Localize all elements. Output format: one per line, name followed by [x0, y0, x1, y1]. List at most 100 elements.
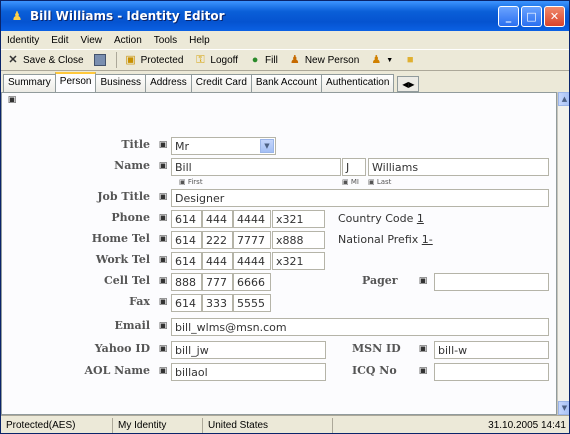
- home-tel-area-input[interactable]: 614: [171, 231, 202, 249]
- menu-tools[interactable]: Tools: [148, 35, 183, 46]
- work-tel-label: Work Tel: [95, 253, 150, 266]
- last-name-input[interactable]: Williams: [368, 158, 549, 176]
- folder-button[interactable]: ■: [398, 50, 425, 70]
- menu-action[interactable]: Action: [108, 35, 148, 46]
- status-country: United States: [203, 417, 333, 433]
- tab-authentication[interactable]: Authentication: [321, 74, 395, 92]
- menu-bar: Identity Edit View Action Tools Help: [1, 31, 569, 49]
- national-prefix-label: National Prefix 1-: [338, 233, 433, 246]
- maximize-button[interactable]: □: [521, 5, 542, 27]
- first-name-input[interactable]: Bill: [171, 158, 341, 176]
- lock-icon[interactable]: ▣: [157, 213, 169, 223]
- home-tel-prefix-input[interactable]: 222: [202, 231, 233, 249]
- middle-initial-input[interactable]: J: [342, 158, 366, 176]
- fax-prefix-input[interactable]: 333: [202, 294, 233, 312]
- scroll-up-arrow-icon[interactable]: ▲: [558, 92, 569, 106]
- title-bar[interactable]: ♟ Bill Williams - Identity Editor _ □ ✕: [1, 1, 569, 31]
- close-button[interactable]: ✕: [544, 5, 565, 27]
- protected-button[interactable]: ▣ Protected: [119, 50, 189, 70]
- yahoo-id-label: Yahoo ID: [94, 342, 150, 355]
- lock-icon[interactable]: ▣: [157, 321, 169, 331]
- tab-scroll-arrows[interactable]: ◀▶: [397, 76, 420, 92]
- person-icon: ♟: [11, 9, 23, 23]
- aol-name-label: AOL Name: [84, 364, 150, 377]
- fax-line-input[interactable]: 5555: [233, 294, 271, 312]
- save-close-label: Save & Close: [23, 54, 84, 66]
- home-tel-line-input[interactable]: 7777: [233, 231, 271, 249]
- cell-tel-area-input[interactable]: 888: [171, 273, 202, 291]
- job-title-input[interactable]: Designer: [171, 189, 549, 207]
- menu-identity[interactable]: Identity: [1, 35, 45, 46]
- close-icon: ✕: [8, 54, 18, 66]
- save-button[interactable]: [89, 50, 114, 70]
- persons-icon: ♟: [371, 54, 382, 66]
- lock-icon[interactable]: ▣: [417, 276, 429, 286]
- tab-strip: Summary Person Business Address Credit C…: [1, 72, 569, 92]
- fill-label: Fill: [265, 54, 278, 66]
- home-tel-ext-input[interactable]: x888: [272, 231, 325, 249]
- lock-icon[interactable]: ▣: [157, 192, 169, 202]
- minimize-button[interactable]: _: [498, 5, 519, 27]
- home-tel-label: Home Tel: [91, 232, 150, 245]
- phone-line-input[interactable]: 4444: [233, 210, 271, 228]
- icq-no-input[interactable]: [434, 363, 549, 381]
- work-tel-area-input[interactable]: 614: [171, 252, 202, 270]
- new-person-icon: ♟: [289, 54, 300, 66]
- yahoo-id-input[interactable]: bill_jw: [171, 341, 326, 359]
- phone-ext-input[interactable]: x321: [272, 210, 325, 228]
- status-identity: My Identity: [113, 417, 203, 433]
- lock-icon[interactable]: ▣: [157, 140, 169, 150]
- lock-icon[interactable]: ▣: [157, 366, 169, 376]
- msn-id-label: MSN ID: [352, 342, 401, 355]
- phone-area-input[interactable]: 614: [171, 210, 202, 228]
- lock-icon[interactable]: ▣: [6, 95, 18, 105]
- tab-business[interactable]: Business: [95, 74, 147, 92]
- country-code-label: Country Code 1: [338, 212, 424, 225]
- work-tel-ext-input[interactable]: x321: [272, 252, 325, 270]
- tab-summary[interactable]: Summary: [3, 74, 56, 92]
- lock-icon[interactable]: ▣: [417, 344, 429, 354]
- menu-edit[interactable]: Edit: [45, 35, 74, 46]
- title-select[interactable]: Mr ▼: [171, 137, 276, 155]
- status-bar: Protected(AES) My Identity United States…: [1, 415, 569, 433]
- tab-address[interactable]: Address: [145, 74, 192, 92]
- cell-tel-prefix-input[interactable]: 777: [202, 273, 233, 291]
- aol-name-input[interactable]: billaol: [171, 363, 326, 381]
- menu-help[interactable]: Help: [183, 35, 216, 46]
- lock-icon[interactable]: ▣: [157, 234, 169, 244]
- chevron-down-icon[interactable]: ▼: [260, 139, 274, 153]
- lock-icon[interactable]: ▣: [417, 366, 429, 376]
- pager-input[interactable]: [434, 273, 549, 291]
- msn-id-input[interactable]: bill-w: [434, 341, 549, 359]
- lock-icon[interactable]: ▣: [157, 297, 169, 307]
- tab-credit-card[interactable]: Credit Card: [190, 74, 252, 92]
- tab-person[interactable]: Person: [54, 72, 97, 92]
- lock-icon[interactable]: ▣: [157, 276, 169, 286]
- cell-tel-line-input[interactable]: 6666: [233, 273, 271, 291]
- save-close-button[interactable]: ✕ Save & Close: [1, 50, 89, 70]
- lock-icon: ▣: [125, 54, 136, 66]
- lock-icon[interactable]: ▣: [157, 255, 169, 265]
- fax-area-input[interactable]: 614: [171, 294, 202, 312]
- work-tel-line-input[interactable]: 4444: [233, 252, 271, 270]
- new-person-button[interactable]: ♟ New Person: [283, 50, 364, 70]
- title-label: Title: [121, 138, 150, 151]
- window-title: Bill Williams - Identity Editor: [30, 9, 225, 23]
- lock-icon[interactable]: ▣: [157, 344, 169, 354]
- email-input[interactable]: bill_wlms@msn.com: [171, 318, 549, 336]
- national-prefix-value: 1-: [421, 233, 433, 246]
- more-tools-button[interactable]: ♟ ▼: [364, 50, 398, 70]
- menu-view[interactable]: View: [74, 35, 108, 46]
- work-tel-prefix-input[interactable]: 444: [202, 252, 233, 270]
- dropdown-arrow-icon: ▼: [386, 56, 394, 64]
- identity-editor-window: ♟ Bill Williams - Identity Editor _ □ ✕ …: [0, 0, 570, 434]
- lock-icon[interactable]: ▣: [157, 161, 169, 171]
- logoff-button[interactable]: ⚿ Logoff: [188, 50, 243, 70]
- tab-bank-account[interactable]: Bank Account: [250, 74, 323, 92]
- scroll-down-arrow-icon[interactable]: ▼: [558, 401, 569, 415]
- email-label: Email: [114, 319, 150, 332]
- phone-prefix-input[interactable]: 444: [202, 210, 233, 228]
- fill-button[interactable]: ● Fill: [243, 50, 283, 70]
- vertical-scrollbar[interactable]: ▲ ▼: [557, 92, 569, 415]
- phone-label: Phone: [111, 211, 150, 224]
